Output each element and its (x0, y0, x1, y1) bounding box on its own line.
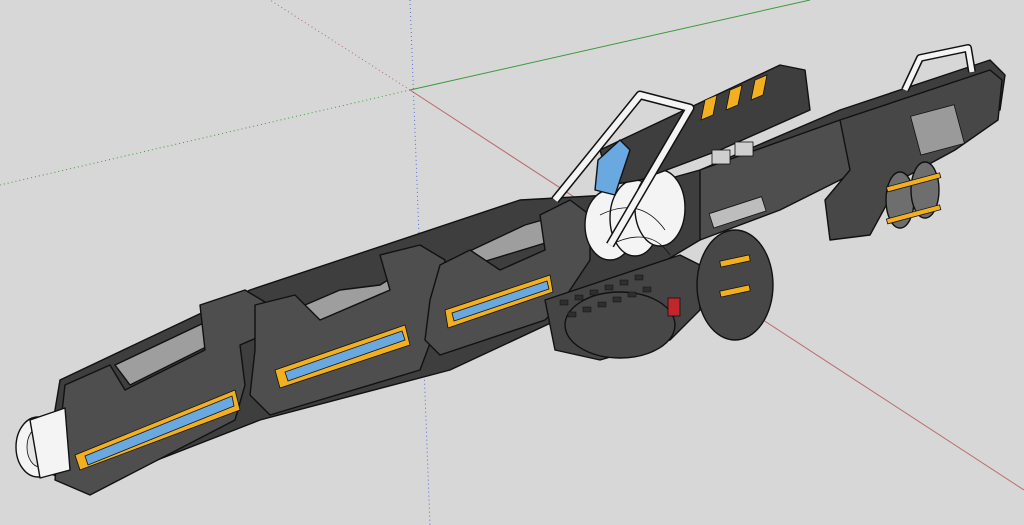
drum-magazine (696, 229, 774, 341)
green-axis (409, 0, 811, 91)
red-axis-dotted (269, 0, 411, 91)
vent-2 (734, 141, 754, 157)
vent-1 (711, 149, 731, 165)
rifle-model[interactable] (15, 44, 1006, 496)
red-button[interactable] (667, 297, 681, 317)
green-axis-dotted (0, 89, 411, 186)
sketchup-viewport[interactable] (0, 0, 1024, 525)
model-canvas[interactable] (0, 0, 1024, 525)
